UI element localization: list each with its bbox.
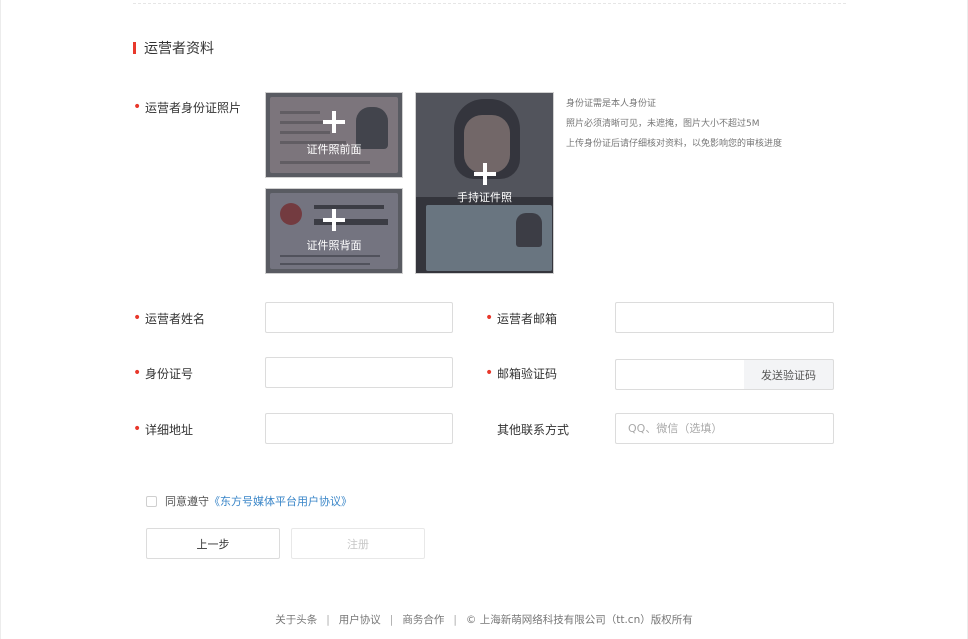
id-number-label: • 身份证号 xyxy=(133,365,194,381)
other-contact-label: • 其他联系方式 xyxy=(497,422,570,437)
plus-icon xyxy=(323,111,345,133)
plus-icon xyxy=(473,163,496,185)
prev-step-button[interactable]: 上一步 xyxy=(146,528,280,559)
top-divider xyxy=(133,3,846,4)
footer-link-business[interactable]: 商务合作 xyxy=(402,612,444,627)
other-contact-input[interactable] xyxy=(615,413,834,444)
agreement-prefix: 同意遵守 xyxy=(165,495,209,508)
hint-line: 照片必须清晰可见，未遮掩，图片大小不超过5M xyxy=(566,119,760,129)
address-label: • 详细地址 xyxy=(133,421,194,437)
required-marker: • xyxy=(133,99,142,115)
footer: 关于头条 | 用户协议 | 商务合作 | © 上海新萌网络科技有限公司（tt.c… xyxy=(275,612,693,627)
name-input[interactable] xyxy=(265,302,453,333)
footer-copyright: © 上海新萌网络科技有限公司（tt.cn）版权所有 xyxy=(465,614,693,626)
email-code-input[interactable] xyxy=(615,359,745,390)
section-title: 运营者资料 xyxy=(133,39,214,57)
hint-line: 上传身份证后请仔细核对资料，以免影响您的审核进度 xyxy=(566,139,783,149)
agreement-row: 同意遵守 《东方号媒体平台用户协议》 xyxy=(146,493,352,509)
id-front-caption: 证件照前面 xyxy=(306,143,362,156)
id-number-input[interactable] xyxy=(265,357,453,388)
plus-icon xyxy=(323,209,345,231)
footer-link-about[interactable]: 关于头条 xyxy=(275,612,317,627)
name-label: • 运营者姓名 xyxy=(133,310,206,326)
id-back-upload[interactable]: 证件照背面 xyxy=(265,188,403,274)
section-title-text: 运营者资料 xyxy=(144,41,214,57)
agreement-checkbox[interactable] xyxy=(146,495,157,507)
handheld-id-upload[interactable]: 手持证件照 xyxy=(415,92,554,274)
handheld-caption: 手持证件照 xyxy=(457,191,512,204)
address-input[interactable] xyxy=(265,413,453,444)
id-photo-label: • 运营者身份证照片 xyxy=(133,99,241,115)
id-photo-label-text: 运营者身份证照片 xyxy=(145,100,242,115)
register-button[interactable]: 注册 xyxy=(291,528,425,559)
hint-line: 身份证需是本人身份证 xyxy=(566,99,657,109)
id-back-caption: 证件照背面 xyxy=(306,239,362,252)
email-code-label: • 邮箱验证码 xyxy=(485,365,558,381)
agreement-link[interactable]: 《东方号媒体平台用户协议》 xyxy=(209,493,352,509)
id-front-upload[interactable]: 证件照前面 xyxy=(265,92,403,178)
email-input[interactable] xyxy=(615,302,834,333)
email-label: • 运营者邮箱 xyxy=(485,310,558,326)
section-title-marker xyxy=(133,42,136,54)
send-code-button[interactable]: 发送验证码 xyxy=(744,359,834,390)
footer-link-user-agreement[interactable]: 用户协议 xyxy=(339,612,381,627)
